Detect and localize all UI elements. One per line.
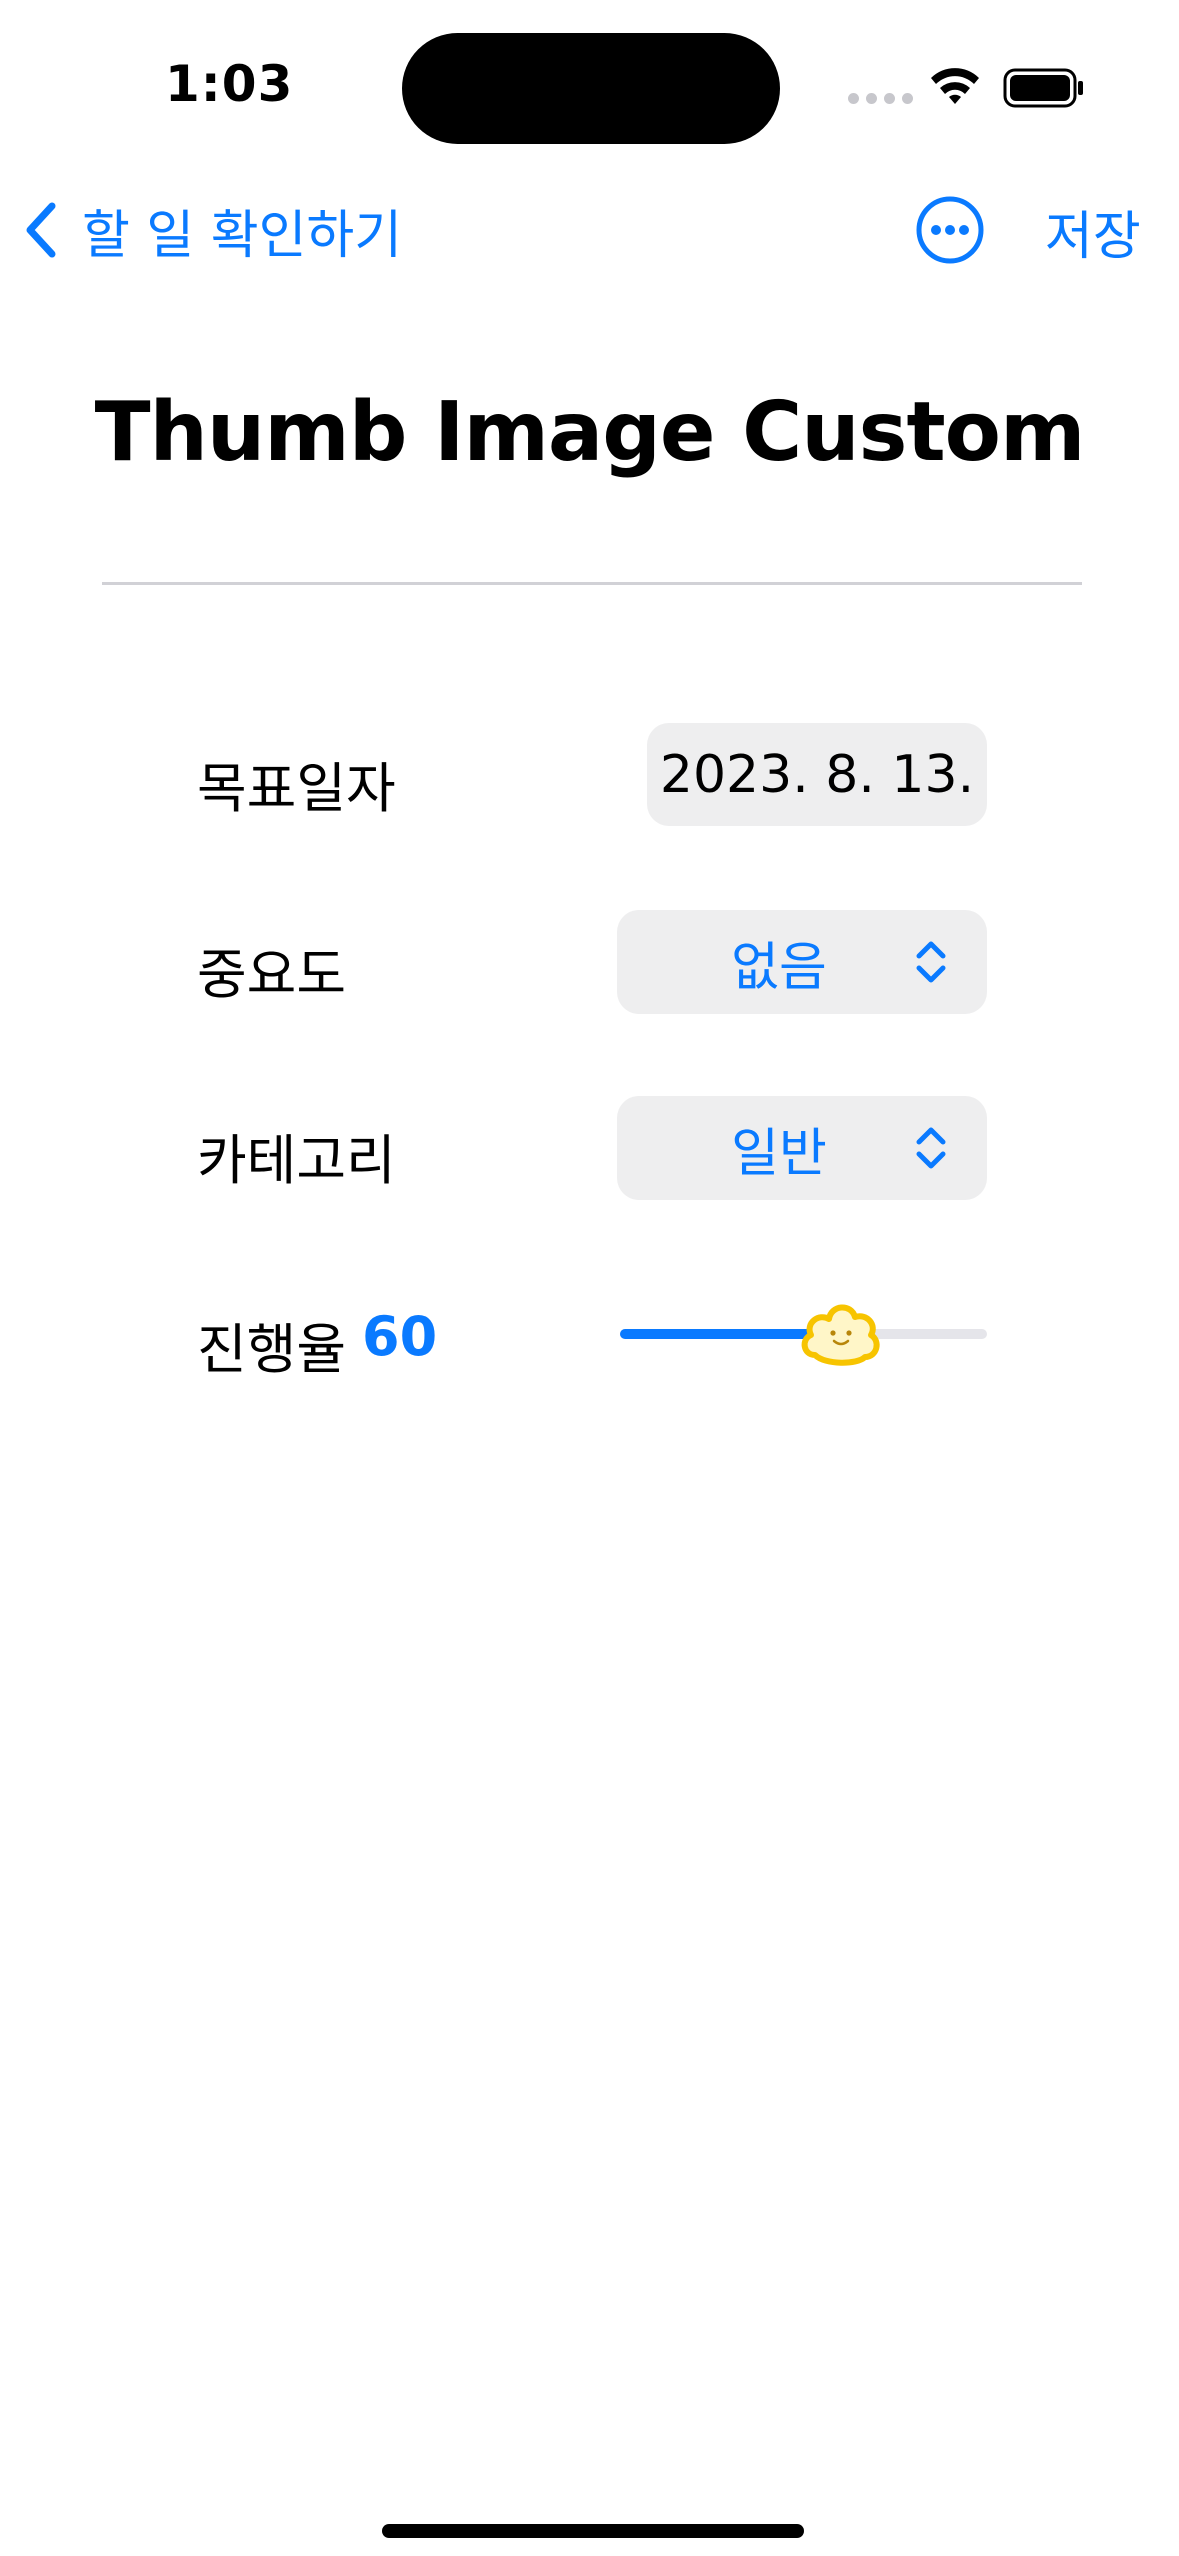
importance-label: 중요도 xyxy=(197,943,347,1006)
target-date-picker[interactable]: 2023. 8. 13. xyxy=(647,723,987,826)
dynamic-island xyxy=(402,33,780,144)
wifi-icon xyxy=(931,68,979,104)
progress-label: 진행율 xyxy=(197,1318,347,1381)
progress-value: 60 xyxy=(362,1305,438,1368)
chevron-up-down-icon xyxy=(916,941,946,983)
back-button[interactable]: 할 일 확인하기 xyxy=(22,190,402,270)
progress-slider[interactable] xyxy=(620,1304,987,1366)
importance-value: 없음 xyxy=(731,937,827,998)
signal-dots-icon xyxy=(848,93,913,104)
home-indicator xyxy=(382,2524,804,2538)
page-title: Thumb Image Custom xyxy=(94,385,1086,480)
chevron-left-icon xyxy=(26,202,56,258)
battery-icon xyxy=(1003,68,1083,108)
chevron-up-down-icon xyxy=(916,1127,946,1169)
save-button[interactable]: 저장 xyxy=(1045,194,1141,269)
status-time: 1:03 xyxy=(165,55,294,113)
category-picker[interactable]: 일반 xyxy=(617,1096,987,1200)
divider xyxy=(102,582,1082,585)
importance-picker[interactable]: 없음 xyxy=(617,910,987,1014)
target-date-label: 목표일자 xyxy=(197,757,396,820)
category-label: 카테고리 xyxy=(197,1129,396,1192)
category-value: 일반 xyxy=(731,1123,827,1184)
back-button-label: 할 일 확인하기 xyxy=(82,205,403,266)
smiley-cloud-icon[interactable] xyxy=(797,1295,883,1373)
ellipsis-circle-icon[interactable] xyxy=(915,195,985,265)
